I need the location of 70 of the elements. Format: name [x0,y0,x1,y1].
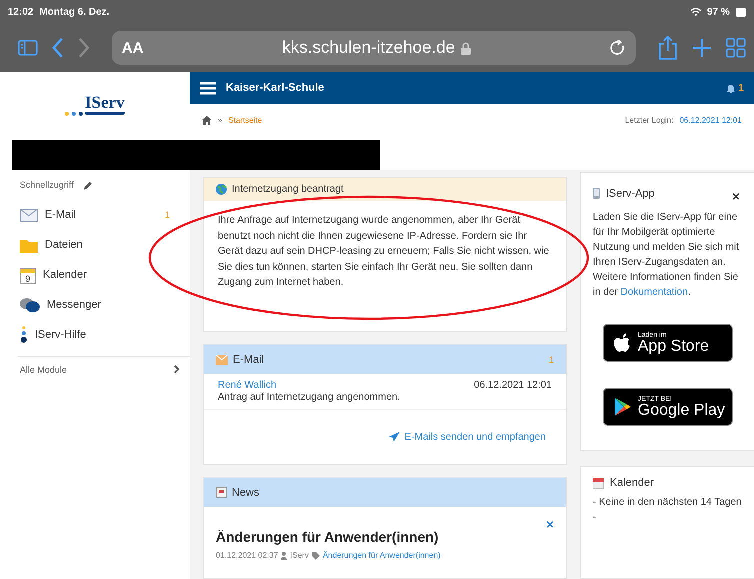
tabs-grid-icon[interactable] [726,38,746,58]
battery-percentage: 97 % [707,6,730,18]
app-panel-text: Laden Sie die IServ-App für eine für Ihr Mobilgerät optimierte Nutzung und melden Sie sich mit Ihren IServ-Zugangsdaten an. Weitere Informationen finden Sie in der Dokumentation. [593,211,740,300]
notification-count: 1 [738,82,744,94]
dots-icon [20,326,28,344]
quick-access-title: Schnellzugriff [20,180,74,190]
plus-icon[interactable] [692,38,712,58]
sidebar-item[interactable]: 9 Kalender [0,260,190,290]
mail-link[interactable]: E-Mails senden und empfangen [204,410,566,464]
globe-icon [216,184,227,195]
sidebar-item[interactable]: IServ-Hilfe [0,320,190,350]
speech-bubbles-icon [20,298,40,312]
school-name[interactable]: Kaiser-Karl-Schule [226,82,324,94]
sidebar-item[interactable]: Dateien [0,230,190,260]
reload-icon[interactable] [610,40,626,56]
close-icon[interactable]: × [546,517,554,532]
documentation-link[interactable]: Dokumentation [620,287,688,298]
news-date: 01.12.2021 02:37 [216,551,278,560]
apple-icon [614,332,632,354]
breadcrumb-separator: » [218,116,222,124]
last-login-date: 06.12.2021 12:01 [680,116,742,124]
sidebar-item[interactable]: Messenger [0,290,190,320]
close-icon[interactable]: × [732,189,740,204]
notice-text: Ihre Anfrage auf Internetzugang wurde angenommen, aber Ihr Gerät benutzt noch nicht die Ihnen zugewiesene IP-Adresse. Fordern sie Ihr Gerät dazu auf sein DHCP-leasing zu erneuern; Falls Sie nicht wissen, wie Sie dies tun können, starten Sie einfach Ihr Gerät neu. Sie sollten dann Zugang zum Internet haben. [218,215,550,288]
calendar-title: Kalender [610,477,654,489]
phone-icon [593,188,600,199]
wifi-icon [691,8,702,16]
unread-count: 1 [548,354,554,364]
notice-title: Internetzugang beantragt [232,184,344,195]
play-triangle-icon [614,397,632,417]
iserv-logo[interactable]: IServ [85,94,125,114]
calendar-icon [593,478,604,488]
mail-subject[interactable]: Antrag auf Internetzugang angenommen. [218,392,474,403]
envelope-icon [20,208,38,222]
text-size-button[interactable]: AA [122,40,144,56]
calendar-empty-text: - Keine in den nächsten 14 Tagen - [593,496,743,525]
envelope-icon [216,354,228,364]
last-login-label: Letzter Login: [625,116,674,124]
calendar-icon: 9 [20,266,36,284]
home-icon[interactable] [202,116,212,124]
folder-icon [20,238,38,252]
person-icon [281,552,288,560]
news-title: News [232,486,260,498]
share-icon[interactable] [658,36,678,60]
news-category-link[interactable]: Änderungen für Anwender(innen) [322,551,441,560]
address-bar[interactable]: AA kks.schulen-itzehoe.de [112,31,636,65]
status-date: Montag 6. Dez. [40,6,110,18]
sidebar-icon[interactable] [18,40,38,56]
lock-icon [461,42,472,54]
app-panel-title: IServ-App [606,188,655,200]
chevron-icon [174,365,180,374]
pencil-icon[interactable] [84,180,93,190]
tag-icon [312,552,320,560]
mail-sender[interactable]: René Wallich [218,380,474,391]
paper-plane-icon [388,432,400,442]
url-text: kks.schulen-itzehoe.de [282,38,456,58]
news-author: IServ [290,551,309,560]
menu-icon[interactable] [200,82,216,94]
mail-date: 06.12.2021 12:01 [474,380,552,391]
status-time: 12:02 [8,6,34,18]
unread-count: 1 [164,210,170,220]
email-title: E-Mail [233,354,264,366]
newspaper-icon [216,487,227,498]
back-icon[interactable] [52,38,64,58]
bell-icon[interactable] [727,84,736,92]
all-modules-link[interactable]: Alle Module [18,356,190,383]
news-headline[interactable]: Änderungen für Anwender(innen) [216,529,554,545]
battery-icon [736,8,746,16]
sidebar-item[interactable]: E-Mail 1 [0,200,190,230]
forward-icon[interactable] [78,38,90,58]
